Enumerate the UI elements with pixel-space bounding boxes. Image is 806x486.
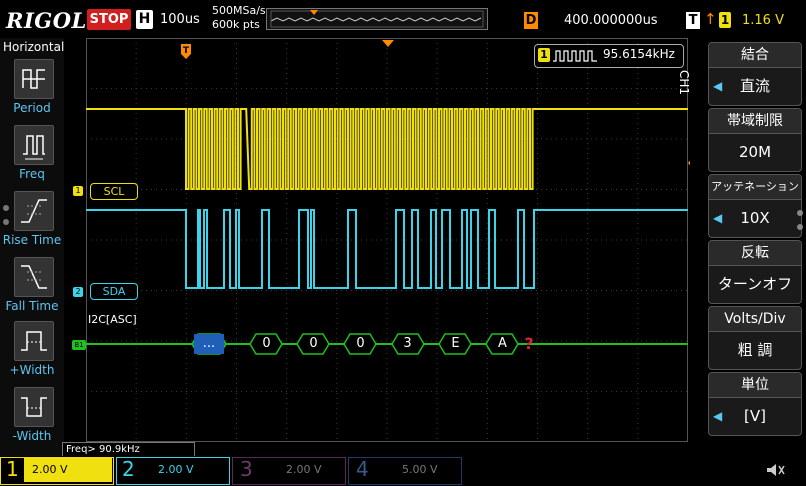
decode-packet: ... — [194, 334, 224, 354]
measure-rise-time[interactable]: Rise Time — [0, 188, 64, 250]
ch3-number: 3 — [240, 457, 253, 481]
sda-label: SDA — [90, 283, 138, 300]
horizontal-badge: H — [136, 10, 153, 29]
measure-menu-title: Horizontal — [3, 40, 65, 54]
pos-width-icon — [14, 321, 54, 361]
trigger-position-icon: T — [181, 44, 191, 59]
svg-text:T: T — [183, 46, 190, 56]
measure-pos-width[interactable]: +Width — [0, 318, 64, 380]
invert-setting[interactable]: 反転 ターンオフ — [708, 240, 802, 304]
ch2-scale: 2.00 V — [158, 463, 194, 476]
bus-marker[interactable]: B1 — [72, 340, 86, 350]
memory-depth: 600k pts — [212, 18, 260, 31]
bus-decode-label: I2C[ASC] — [88, 313, 137, 326]
right-scroll-dot-icon — [797, 224, 803, 230]
ch1-offset-marker[interactable]: 1 — [73, 186, 83, 196]
decode-packet: 3 — [403, 336, 412, 351]
left-scroll-dot-icon — [3, 219, 9, 225]
rise-time-icon — [14, 191, 54, 231]
trigger-level[interactable]: 1.16 V — [742, 13, 784, 28]
freq-icon — [14, 125, 54, 165]
volts-div-setting[interactable]: Volts/Div 粗 調 — [708, 306, 802, 370]
unit-title: 単位 — [709, 373, 801, 398]
measure-neg-width[interactable]: -Width — [0, 384, 64, 446]
ch1-waveform — [86, 108, 688, 190]
channel-menu-title: CH1 — [677, 70, 691, 96]
decode-packet: E — [451, 336, 460, 351]
trigger-source: 1 — [719, 12, 731, 28]
ch3-scale: 2.00 V — [286, 463, 322, 476]
ch1-number: 1 — [6, 457, 19, 481]
memory-waveform-icon — [270, 10, 484, 28]
frequency-counter-channel: 1 — [538, 48, 550, 62]
attenuation-value: 10X — [740, 209, 770, 227]
measure-fall-time-label: Fall Time — [5, 299, 59, 313]
timebase-value[interactable]: 100us — [160, 12, 200, 27]
measure-freq[interactable]: Freq — [0, 122, 64, 184]
brand-logo: RIGOL — [6, 8, 87, 33]
neg-width-icon — [14, 387, 54, 427]
memory-overview[interactable] — [266, 8, 488, 30]
attenuation-title: アッテネーション — [709, 175, 801, 200]
memory-trigger-icon — [310, 10, 318, 15]
decode-packet: 0 — [356, 336, 365, 351]
invert-title: 反転 — [709, 241, 801, 266]
ch2-offset-marker[interactable]: 2 — [73, 287, 83, 297]
frequency-status: Freq> 90.9kHz — [62, 442, 195, 457]
frequency-counter-value: 95.6154kHz — [603, 47, 675, 61]
measure-fall-time[interactable]: Fall Time — [0, 254, 64, 316]
scl-label: SCL — [90, 183, 138, 200]
measure-neg-width-label: -Width — [12, 429, 52, 443]
decode-packet: A — [498, 336, 507, 351]
bandwidth-limit-value: 20M — [738, 143, 772, 161]
speaker-icon[interactable] — [764, 460, 786, 480]
scl-trace — [86, 108, 688, 190]
run-stop-button[interactable]: STOP — [87, 9, 131, 30]
trigger-slope-icon: ↑ — [704, 10, 717, 28]
left-scroll-dot-icon — [3, 205, 9, 211]
coupling-setting[interactable]: 結合 ◀ 直流 — [708, 42, 802, 106]
volts-div-title: Volts/Div — [709, 307, 801, 332]
sample-rate: 500MSa/s — [212, 4, 266, 17]
measure-period[interactable]: Period — [0, 56, 64, 118]
ch1-scale: 2.00 V — [24, 458, 112, 482]
period-icon — [14, 59, 54, 99]
coupling-title: 結合 — [709, 43, 801, 68]
bandwidth-limit-title: 帯域制限 — [709, 109, 801, 134]
ch4-number: 4 — [356, 457, 369, 481]
measure-pos-width-label: +Width — [9, 363, 55, 377]
decode-packet: 0 — [262, 336, 271, 351]
unit-setting[interactable]: 単位 ◀ [V] — [708, 372, 802, 436]
fall-time-icon — [14, 257, 54, 297]
decode-packet: 0 — [309, 336, 318, 351]
delay-badge: D — [524, 12, 538, 29]
bus-waveform — [86, 333, 688, 355]
volts-div-value: 粗 調 — [737, 341, 773, 359]
invert-value: ターンオフ — [717, 275, 793, 293]
measure-rise-time-label: Rise Time — [2, 233, 62, 247]
measure-freq-label: Freq — [19, 167, 45, 181]
decode-error: ? — [524, 334, 534, 353]
center-marker-icon — [382, 40, 394, 47]
ch2-number: 2 — [122, 457, 135, 481]
attenuation-setting[interactable]: アッテネーション ◀ 10X — [708, 174, 802, 238]
delay-value[interactable]: 400.000000us — [564, 13, 658, 28]
bandwidth-limit-setting[interactable]: 帯域制限 20M — [708, 108, 802, 172]
coupling-value: 直流 — [739, 77, 770, 95]
square-wave-icon — [553, 50, 597, 62]
right-scroll-dot-icon — [797, 210, 803, 216]
measure-period-label: Period — [13, 101, 51, 115]
unit-value: [V] — [744, 407, 766, 425]
ch4-scale: 5.00 V — [402, 463, 438, 476]
waveform-display[interactable] — [86, 38, 688, 442]
trigger-badge: T — [686, 12, 700, 29]
